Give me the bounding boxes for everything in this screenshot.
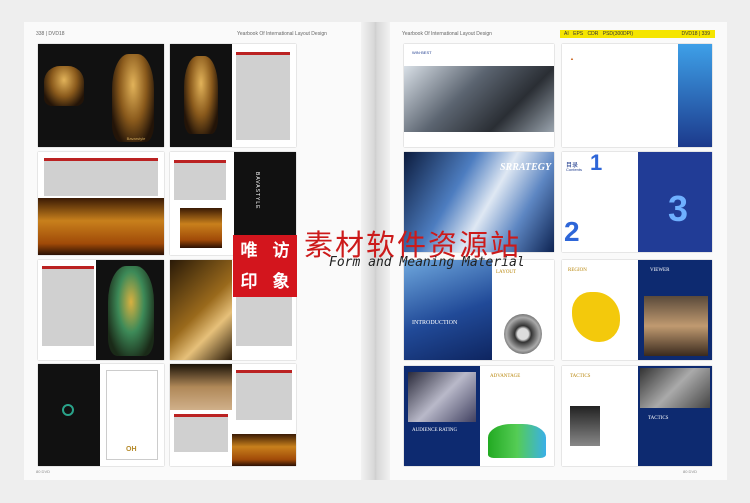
watermark-subtitle: Form and Meaning Material — [329, 255, 525, 270]
region-label: REGION — [568, 268, 587, 273]
figurines-photo — [180, 208, 222, 248]
big-number-one: 1 — [590, 152, 603, 175]
text-panel-2 — [236, 370, 292, 420]
format-cdr: CDR — [587, 31, 599, 37]
stamp-char-4: 象 — [265, 266, 297, 297]
film-reel-photo — [504, 314, 542, 354]
format-bar: AI EPS CDR PSD(300DPI) DVD18 | 339 — [560, 30, 715, 38]
spread-blue-cover: ▲ — [562, 44, 712, 147]
viewer-label: VIEWER — [650, 268, 670, 273]
right-page-title: Yearbook Of International Layout Design — [402, 31, 492, 37]
emblem-icon — [62, 404, 74, 416]
stamp-char-1: 唯 — [233, 235, 265, 266]
goddess-figure — [112, 54, 154, 142]
golden-temple-photo — [38, 198, 164, 255]
spread-dancer — [170, 44, 296, 147]
text-column — [236, 52, 290, 140]
tower-photo — [404, 260, 492, 360]
spread-introduction: INTRODUCTION LAYOUT — [404, 260, 554, 360]
spread-tactics: TACTICS TACTICS — [562, 366, 712, 466]
format-ai: AI — [564, 31, 569, 37]
brand-script: Bavarstyle — [126, 136, 146, 141]
stamp-char-3: 印 — [233, 266, 265, 297]
text-panel — [44, 158, 158, 196]
vertical-brand: BAVASTYLE — [254, 172, 260, 210]
chess-photo — [570, 406, 600, 446]
company-logo: ▲ — [570, 56, 574, 61]
tactics-label: TACTICS — [648, 416, 669, 421]
apsara-figure — [108, 266, 154, 356]
gold-badge: OH — [126, 446, 137, 453]
spread-apsara — [38, 260, 164, 360]
spread-region-viewer: REGION VIEWER — [562, 260, 712, 360]
big-number-three: 3 — [668, 188, 689, 229]
carving-photo — [170, 260, 232, 360]
statue-photo — [170, 364, 232, 410]
spread-handshake: WIN·BEST — [404, 44, 554, 147]
studio-photo — [408, 372, 476, 422]
meeting-photo — [644, 296, 708, 356]
advantage-label: ADVANTAGE — [490, 374, 521, 379]
format-psd: PSD(300DPI) — [602, 31, 634, 37]
left-page-label: 338 | DVD18 — [36, 31, 65, 37]
temple-ornament — [44, 66, 84, 106]
spread-temple — [38, 152, 164, 255]
handshake-photo — [404, 66, 554, 132]
winbest-label: WIN·BEST — [412, 50, 432, 55]
left-page-title: Yearbook Of International Layout Design — [237, 31, 327, 37]
text-panel — [42, 266, 94, 346]
spread-contents: 目录 Contents 1 2 3 — [562, 152, 712, 252]
spread-statues — [170, 364, 296, 466]
introduction-label: INTRODUCTION — [412, 320, 458, 326]
format-eps: EPS — [573, 31, 584, 37]
people-illustration — [488, 424, 546, 458]
strategy-title: SRRATEGY — [500, 162, 552, 173]
contents-en: Contents — [566, 167, 583, 172]
region-map — [572, 292, 620, 342]
big-number-two: 2 — [564, 216, 580, 247]
watermark-stamp: 唯 访 印 象 — [233, 235, 297, 297]
text-panel — [174, 414, 228, 452]
right-footer: 80 DVD — [683, 469, 698, 474]
layout-label: LAYOUT — [496, 270, 517, 275]
film-strip-photo — [640, 368, 710, 408]
tactics-label-top: TACTICS — [570, 374, 591, 379]
audience-label: AUDIENCE RATING — [412, 428, 458, 433]
stamp-char-2: 访 — [265, 235, 297, 266]
temple-strip-photo — [232, 434, 296, 466]
disc-page-number: DVD18 | 339 — [681, 31, 710, 37]
spread-back-cover: OH — [38, 364, 164, 466]
left-footer: 80 DVD — [36, 469, 51, 474]
text-panel — [174, 160, 226, 200]
dancer-figure — [184, 56, 218, 134]
spread-cover-goddess: Bavarstyle — [38, 44, 164, 147]
spread-advantage: AUDIENCE RATING ADVANTAGE — [404, 366, 554, 466]
